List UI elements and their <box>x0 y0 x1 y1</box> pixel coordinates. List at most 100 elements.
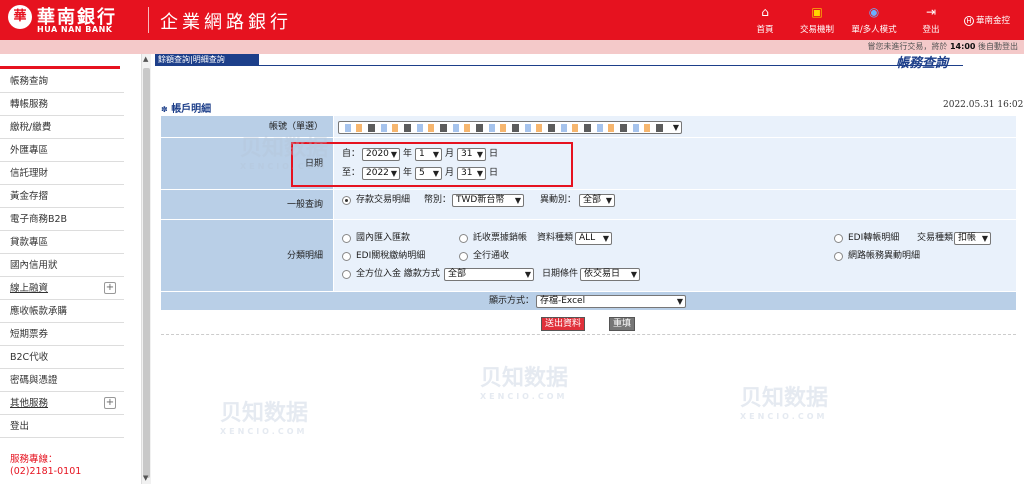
chevron-down-icon: ▼ <box>514 196 521 205</box>
bank-wide-collection-radio[interactable] <box>459 252 468 261</box>
expand-icon[interactable]: + <box>104 397 116 409</box>
change-type-value: 全部 <box>583 195 602 205</box>
top-header: 華 華南銀行 HUA NAN BANK 企業網路銀行 ⌂ 首頁 ▣ 交易機制 ◉… <box>0 0 1024 40</box>
section-title: ✽ 帳戶明細 <box>161 100 211 115</box>
sidebar-item-label: 應收帳款承購 <box>10 306 68 317</box>
sidebar-item-label: 電子商務B2B <box>10 214 68 225</box>
tx-type-select[interactable]: 扣帳 ▼ <box>954 232 991 245</box>
bottom-divider <box>161 334 1016 335</box>
bank-logo-icon: 華 <box>8 5 32 29</box>
expand-icon[interactable]: + <box>104 282 116 294</box>
data-type-label: 資料種類 <box>537 233 574 243</box>
session-timeout-info: 嘗您未進行交易，將於 14:00 後自動登出 <box>867 41 1018 52</box>
edi-transfer-radio[interactable] <box>834 234 843 243</box>
chevron-down-icon: ▼ <box>602 234 609 243</box>
account-row: ▼ <box>334 116 1016 138</box>
watermark: 贝知数据 XENCIO.COM <box>220 395 308 436</box>
sidebar-item-online-financing[interactable]: 線上融資 + <box>0 277 124 300</box>
sidebar-scrollbar[interactable]: ▲ ▼ <box>141 54 151 484</box>
sidebar-item-label: 短期票券 <box>10 329 49 340</box>
payment-method-select[interactable]: 全部 ▼ <box>444 268 534 281</box>
submit-button[interactable]: 送出資料 <box>541 317 585 331</box>
display-mode-select[interactable]: 存檔-Excel ▼ <box>536 295 686 308</box>
sidebar-item-trust[interactable]: 信託理財 <box>0 162 124 185</box>
logout-icon: ⇥ <box>925 5 937 19</box>
change-type-select[interactable]: 全部 ▼ <box>579 194 615 207</box>
session-suffix: 後自動登出 <box>978 42 1018 51</box>
sidebar-menu: 帳務查詢 轉帳服務 繳稅/繳費 外匯專區 信託理財 黃金存摺 電子商務B2B 貸… <box>0 66 140 484</box>
watermark: 贝知数据 XENCIO.COM <box>480 360 568 401</box>
display-mode-label: 顯示方式： <box>489 296 535 306</box>
scroll-up-icon[interactable]: ▲ <box>143 55 148 63</box>
general-query-row: 存款交易明細 幣別： TWD新台幣 ▼ 異動別： 全部 ▼ <box>334 190 1016 220</box>
sidebar-item-tax-payment[interactable]: 繳稅/繳費 <box>0 116 124 139</box>
change-type-label: 異動別： <box>540 195 577 205</box>
sidebar-item-b2b[interactable]: 電子商務B2B <box>0 208 124 231</box>
holding-brand-label: 華南金控 <box>976 16 1011 26</box>
full-deposit-radio[interactable] <box>342 270 351 279</box>
online-account-change-radio[interactable] <box>834 252 843 261</box>
collection-writeoff-radio[interactable] <box>459 234 468 243</box>
data-type-select[interactable]: ALL ▼ <box>575 232 612 245</box>
sidebar-item-other-services[interactable]: 其他服務 + <box>0 392 124 415</box>
sidebar-item-account-inquiry[interactable]: 帳務查詢 <box>0 70 124 93</box>
sidebar-item-loans[interactable]: 貸款專區 <box>0 231 124 254</box>
sidebar-item-logout[interactable]: 登出 <box>0 415 124 438</box>
edi-transfer-label: EDI轉帳明細 <box>848 233 900 243</box>
edi-customs-radio[interactable] <box>342 252 351 261</box>
nav-logout-label: 登出 <box>922 25 940 35</box>
sidebar-item-foreign-exchange[interactable]: 外匯專區 <box>0 139 124 162</box>
nav-logout[interactable]: ⇥ 登出 <box>920 4 942 38</box>
display-mode-value: 存檔-Excel <box>540 296 586 306</box>
date-condition-select[interactable]: 依交易日 ▼ <box>580 268 640 281</box>
sidebar-item-label: 密碼與憑證 <box>10 375 58 386</box>
date-highlight-box <box>291 142 573 187</box>
bank-logo[interactable]: 華 華南銀行 HUA NAN BANK <box>8 4 138 36</box>
deposit-detail-radio[interactable] <box>342 196 351 205</box>
online-account-change-label: 網路帳務異動明細 <box>848 251 921 261</box>
watermark-sub: XENCIO.COM <box>740 412 828 421</box>
edi-customs-label: EDI關稅繳納明細 <box>356 251 426 261</box>
sidebar-item-letter-of-credit[interactable]: 國內信用狀 <box>0 254 124 277</box>
scrollbar-thumb[interactable] <box>143 68 150 478</box>
nav-user-mode[interactable]: ◉ 單/多人模式 <box>848 4 900 38</box>
session-bar: 嘗您未進行交易，將於 14:00 後自動登出 <box>0 40 1024 54</box>
sidebar-item-short-term-bills[interactable]: 短期票券 <box>0 323 124 346</box>
inquiry-tabs[interactable]: 餘額查詢|明細查詢 <box>155 54 259 65</box>
app-title: 企業網路銀行 <box>160 12 292 33</box>
holding-brand[interactable]: H 華南金控 <box>964 14 1010 26</box>
account-label: 帳號（單選） <box>161 116 333 138</box>
sidebar-item-transfer[interactable]: 轉帳服務 <box>0 93 124 116</box>
sidebar-item-label: 轉帳服務 <box>10 99 49 110</box>
watermark-text: 贝知数据 <box>220 401 309 426</box>
sidebar-item-label: 線上融資 <box>10 283 49 294</box>
sidebar-item-label: 貸款專區 <box>10 237 49 248</box>
sidebar-item-label: 黃金存摺 <box>10 191 49 202</box>
sidebar-item-label: 帳務查詢 <box>10 76 49 87</box>
collection-writeoff-label: 託收票據銷帳 <box>473 233 528 243</box>
session-prefix: 嘗您未進行交易， <box>867 42 932 51</box>
sidebar-item-password-cert[interactable]: 密碼與憑證 <box>0 369 124 392</box>
general-query-label: 一般查詢 <box>161 190 333 220</box>
nav-home[interactable]: ⌂ 首頁 <box>752 4 778 38</box>
sidebar-accent <box>0 66 120 69</box>
sidebar-item-label: 登出 <box>10 421 30 432</box>
currency-label: 幣別： <box>424 195 452 205</box>
chevron-down-icon: ▼ <box>981 234 988 243</box>
scroll-down-icon[interactable]: ▼ <box>143 474 148 482</box>
currency-select[interactable]: TWD新台幣 ▼ <box>452 194 524 207</box>
sidebar-item-gold[interactable]: 黃金存摺 <box>0 185 124 208</box>
reset-button[interactable]: 重填 <box>609 317 635 331</box>
inward-remittance-radio[interactable] <box>342 234 351 243</box>
header-divider <box>148 7 149 33</box>
tx-type-value: 扣帳 <box>958 233 977 243</box>
lock-icon: ▣ <box>811 5 823 19</box>
account-select[interactable]: ▼ <box>338 121 682 134</box>
sidebar-item-b2c[interactable]: B2C代收 <box>0 346 124 369</box>
nav-transaction-mechanism[interactable]: ▣ 交易機制 <box>796 4 838 38</box>
sidebar-item-receivables[interactable]: 應收帳款承購 <box>0 300 124 323</box>
session-label: 將於 <box>931 42 948 51</box>
session-time: 14:00 <box>949 42 976 51</box>
sidebar-item-label: 繳稅/繳費 <box>10 122 52 133</box>
tab-underline <box>155 65 963 66</box>
